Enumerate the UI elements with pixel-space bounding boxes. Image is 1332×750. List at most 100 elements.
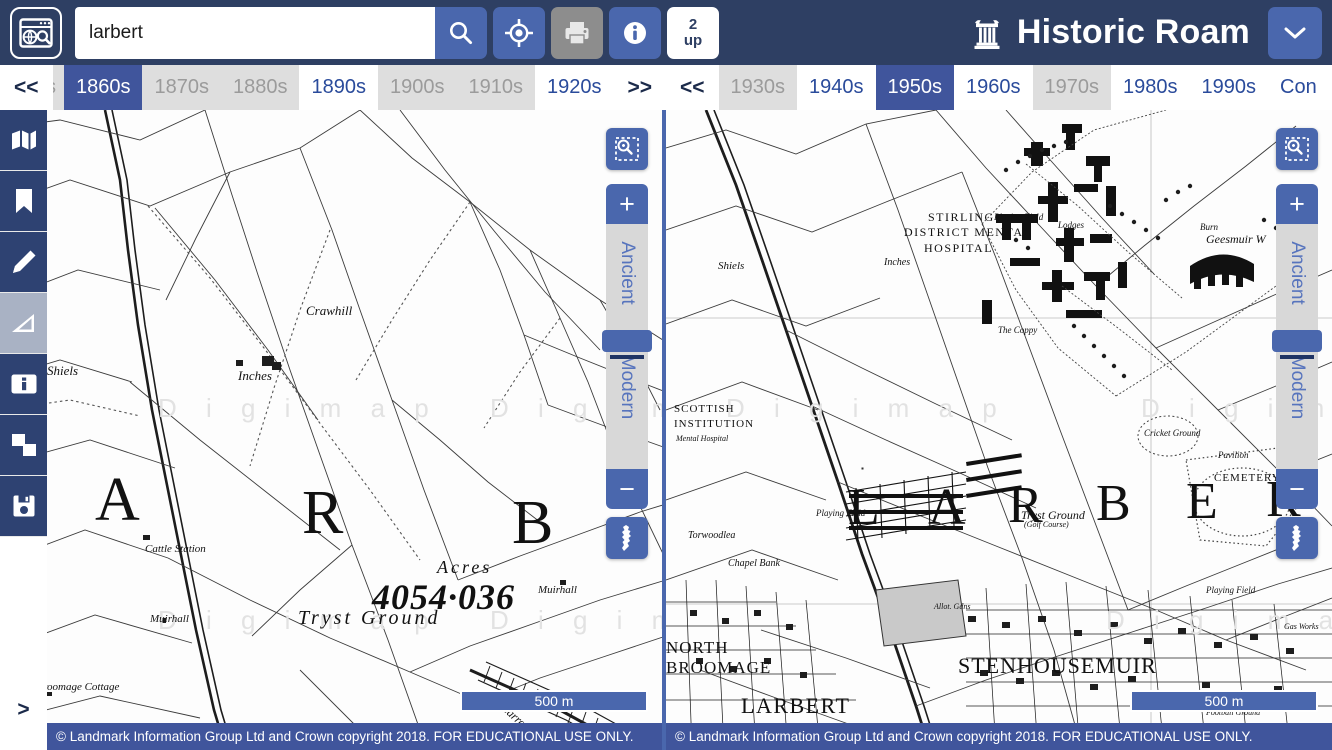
sidebar-item-basemap[interactable] xyxy=(0,110,47,171)
map-panel-right[interactable]: D i g i m a p D i g i m a p D i g i m a … xyxy=(666,110,1332,750)
historic-map-drawing-left xyxy=(0,110,662,750)
digimap-logo-button[interactable] xyxy=(10,6,62,59)
app-header: 2 up Historic Roam xyxy=(0,0,1332,65)
browser-globe-search-icon xyxy=(19,17,53,48)
layers-icon xyxy=(11,434,36,456)
decade-tab-1990s[interactable]: 1990s xyxy=(1189,65,1269,110)
zoom-to-area-button[interactable] xyxy=(606,128,648,170)
gb-extent-button[interactable] xyxy=(1276,517,1318,559)
sidebar-item-save[interactable] xyxy=(0,476,47,537)
map-attribution-left: © Landmark Information Group Ltd and Cro… xyxy=(47,723,662,750)
decade-next-left[interactable]: >> xyxy=(613,65,666,110)
sidebar-item-info[interactable] xyxy=(0,354,47,415)
map-panel-left[interactable]: D i g i m a p D i g i m a p D i g i m a … xyxy=(0,110,666,750)
bookmark-icon xyxy=(15,189,32,213)
gb-extent-button[interactable] xyxy=(606,517,648,559)
zoom-in-button[interactable]: + xyxy=(606,184,648,224)
info-button[interactable] xyxy=(609,6,661,59)
search-input[interactable] xyxy=(75,6,435,59)
floppy-disk-icon xyxy=(13,495,34,517)
historic-roam-app: 2 up Historic Roam xyxy=(0,0,1332,750)
zoom-to-area-button[interactable] xyxy=(1276,128,1318,170)
decade-prev-right[interactable]: << xyxy=(666,65,719,110)
decade-tab-1980s[interactable]: 1980s xyxy=(1111,65,1190,110)
sidebar-item-measure[interactable] xyxy=(0,293,47,354)
two-up-label-line1: 2 xyxy=(688,15,698,33)
map-panels: D i g i m a p D i g i m a p D i g i m a … xyxy=(0,110,1332,750)
printer-icon xyxy=(565,21,589,45)
slider-label-ancient: Ancient xyxy=(1287,241,1308,305)
search-bar xyxy=(75,6,487,59)
scale-bar-label: 500 m xyxy=(534,693,574,709)
two-up-button[interactable]: 2 up xyxy=(667,6,719,59)
sidebar-item-overlays[interactable] xyxy=(0,415,47,476)
epoch-slider-thumb[interactable] xyxy=(1272,330,1322,352)
map-canvas-right[interactable]: D i g i m a p D i g i m a p D i g i m a … xyxy=(666,110,1332,750)
ruler-icon xyxy=(11,314,34,332)
decade-tab-1890s[interactable]: 1890s xyxy=(299,65,378,110)
decade-tab-1920s[interactable]: 1920s xyxy=(534,65,614,110)
epoch-slider-track[interactable]: Ancient Modern xyxy=(602,224,652,469)
crosshair-icon xyxy=(505,18,533,47)
locate-button[interactable] xyxy=(493,6,545,59)
sidebar-item-bookmarks[interactable] xyxy=(0,171,47,232)
map-attribution-right: © Landmark Information Group Ltd and Cro… xyxy=(666,723,1332,750)
search-go-button[interactable] xyxy=(435,6,487,59)
zoom-slider-right: + Ancient Modern − xyxy=(1272,184,1322,509)
epoch-slider-tick xyxy=(610,355,644,359)
decade-tab-1850s[interactable]: 50s xyxy=(52,65,64,110)
map-canvas-left[interactable]: D i g i m a p D i g i m a p D i g i m a … xyxy=(0,110,662,750)
decade-tab-1930s[interactable]: 1930s xyxy=(718,65,798,110)
sidebar-item-draw[interactable] xyxy=(0,232,47,293)
zoom-slider-left: + Ancient Modern − xyxy=(602,184,652,509)
great-britain-outline-icon xyxy=(622,525,631,551)
epoch-slider-track[interactable]: Ancient Modern xyxy=(1272,224,1322,469)
zoom-to-area-icon xyxy=(615,137,639,161)
scale-bar-right: 500 m xyxy=(1130,690,1318,712)
epoch-slider-thumb[interactable] xyxy=(602,330,652,352)
sidebar-expand-button[interactable]: > xyxy=(0,692,47,728)
two-up-label-line2: up xyxy=(683,31,703,49)
map-controls-left: + Ancient Modern − xyxy=(602,128,652,559)
decade-prev-left[interactable]: << xyxy=(0,65,53,110)
tool-sidebar: > xyxy=(0,110,47,750)
chevron-right-icon: > xyxy=(17,698,30,721)
classical-column-icon xyxy=(969,15,1005,51)
info-icon xyxy=(624,21,646,44)
decade-tab-1900s[interactable]: 1900s xyxy=(377,65,457,110)
decade-tab-1910s[interactable]: 1910s xyxy=(456,65,535,110)
map-icon xyxy=(11,130,36,150)
decade-tab-contemporary[interactable]: Con xyxy=(1268,65,1329,110)
zoom-out-button[interactable]: − xyxy=(1276,469,1318,509)
search-icon xyxy=(450,21,473,44)
decade-tab-1940s[interactable]: 1940s xyxy=(797,65,876,110)
brand: Historic Roam xyxy=(969,13,1250,52)
zoom-out-button[interactable]: − xyxy=(606,469,648,509)
slider-label-modern: Modern xyxy=(617,354,638,420)
decade-tab-1860s[interactable]: 1860s xyxy=(63,65,143,110)
app-title: Historic Roam xyxy=(1016,13,1250,51)
info-box-icon xyxy=(11,374,36,394)
map-controls-right: + Ancient Modern − xyxy=(1272,128,1322,559)
decade-tab-1950s[interactable]: 1950s xyxy=(875,65,955,110)
scale-bar-left: 500 m xyxy=(460,690,648,712)
decade-tab-1870s[interactable]: 1870s xyxy=(142,65,221,110)
decade-tab-1960s[interactable]: 1960s xyxy=(954,65,1033,110)
zoom-to-area-icon xyxy=(1285,137,1309,161)
header-menu-button[interactable] xyxy=(1268,6,1322,59)
decade-tabs-left: << 50s 1860s 1870s 1880s 1890s 1900s 191… xyxy=(0,65,666,110)
zoom-in-button[interactable]: + xyxy=(1276,184,1318,224)
decade-tab-bars: << 50s 1860s 1870s 1880s 1890s 1900s 191… xyxy=(0,65,1332,110)
pencil-icon xyxy=(12,250,35,273)
print-button[interactable] xyxy=(551,6,603,59)
scale-bar-label: 500 m xyxy=(1204,693,1244,709)
chevron-down-icon xyxy=(1284,27,1306,38)
decade-tab-1970s[interactable]: 1970s xyxy=(1032,65,1112,110)
historic-map-drawing-right xyxy=(666,110,1332,750)
decade-tab-1880s[interactable]: 1880s xyxy=(220,65,300,110)
slider-label-modern: Modern xyxy=(1287,354,1308,420)
great-britain-outline-icon xyxy=(1292,525,1301,551)
slider-label-ancient: Ancient xyxy=(617,241,638,305)
epoch-slider-tick xyxy=(1280,355,1314,359)
decade-tabs-right: << 1930s 1940s 1950s 1960s 1970s 1980s 1… xyxy=(666,65,1332,110)
